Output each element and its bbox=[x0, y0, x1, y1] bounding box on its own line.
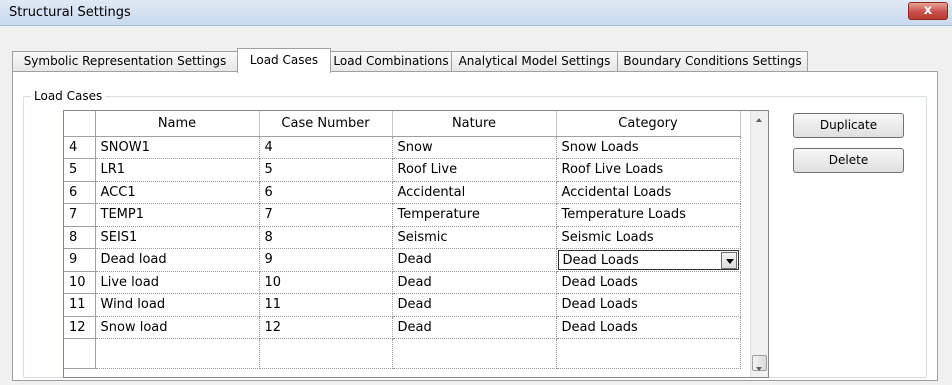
tab-load-combinations[interactable]: Load Combinations bbox=[330, 51, 452, 72]
load-cases-group-label: Load Cases bbox=[31, 89, 106, 103]
name-cell[interactable]: Dead load bbox=[95, 248, 260, 272]
table-row: 4 SNOW1 4 Snow Snow Loads bbox=[64, 136, 741, 159]
category-cell[interactable]: Roof Live Loads bbox=[556, 158, 741, 182]
nature-cell[interactable]: Roof Live bbox=[392, 158, 557, 182]
window-title: Structural Settings bbox=[9, 5, 131, 20]
nature-cell[interactable]: Snow bbox=[392, 136, 557, 159]
duplicate-button[interactable]: Duplicate bbox=[793, 113, 904, 138]
row-header[interactable]: 9 bbox=[64, 248, 96, 272]
table-row: 5 LR1 5 Roof Live Roof Live Loads bbox=[64, 158, 741, 182]
category-cell[interactable]: Dead Loads bbox=[556, 293, 741, 317]
name-cell[interactable]: SEIS1 bbox=[95, 226, 260, 249]
table-row: 11 Wind load 11 Dead Dead Loads bbox=[64, 293, 741, 317]
category-cell[interactable] bbox=[556, 338, 741, 369]
row-header[interactable]: 12 bbox=[64, 316, 96, 339]
name-cell[interactable]: TEMP1 bbox=[95, 203, 260, 227]
scroll-down-icon[interactable] bbox=[751, 360, 768, 377]
scroll-up-icon[interactable] bbox=[751, 111, 768, 128]
nature-cell[interactable]: Temperature bbox=[392, 203, 557, 227]
row-header[interactable]: 11 bbox=[64, 293, 96, 317]
case-number-cell[interactable]: 4 bbox=[259, 136, 393, 159]
row-header[interactable]: 6 bbox=[64, 181, 96, 204]
nature-cell[interactable]: Dead bbox=[392, 271, 557, 294]
case-number-cell[interactable]: 7 bbox=[259, 203, 393, 227]
column-header-case-number[interactable]: Case Number bbox=[259, 111, 393, 137]
category-cell[interactable]: Seismic Loads bbox=[556, 226, 741, 249]
case-number-cell[interactable]: 10 bbox=[259, 271, 393, 294]
category-cell[interactable]: Accidental Loads bbox=[556, 181, 741, 204]
name-cell[interactable]: SNOW1 bbox=[95, 136, 260, 159]
row-header[interactable]: 7 bbox=[64, 203, 96, 227]
name-cell[interactable] bbox=[95, 338, 260, 369]
nature-cell[interactable]: Dead bbox=[392, 248, 557, 272]
case-number-cell[interactable]: 11 bbox=[259, 293, 393, 317]
column-header-nature[interactable]: Nature bbox=[392, 111, 557, 137]
name-cell[interactable]: Snow load bbox=[95, 316, 260, 339]
nature-cell[interactable]: Accidental bbox=[392, 181, 557, 204]
new-row bbox=[64, 338, 741, 369]
name-cell[interactable]: LR1 bbox=[95, 158, 260, 182]
row-header[interactable] bbox=[64, 338, 96, 369]
category-dropdown[interactable]: Dead Loads bbox=[557, 250, 739, 270]
category-cell[interactable]: Dead Loads bbox=[556, 248, 741, 272]
case-number-cell[interactable] bbox=[259, 338, 393, 369]
row-header[interactable]: 8 bbox=[64, 226, 96, 249]
tab-symbolic-representation-settings[interactable]: Symbolic Representation Settings bbox=[12, 51, 238, 72]
nature-cell[interactable] bbox=[392, 338, 557, 369]
close-icon: x bbox=[923, 3, 933, 18]
category-cell[interactable]: Dead Loads bbox=[556, 271, 741, 294]
load-cases-grid[interactable]: Name Case Number Nature Category 4 SNOW1… bbox=[63, 110, 769, 378]
name-cell[interactable]: Live load bbox=[95, 271, 260, 294]
column-header-name[interactable]: Name bbox=[95, 111, 260, 137]
nature-cell[interactable]: Dead bbox=[392, 293, 557, 317]
tab-analytical-model-settings[interactable]: Analytical Model Settings bbox=[451, 51, 618, 72]
column-header-category[interactable]: Category bbox=[556, 111, 741, 137]
table-row: 10 Live load 10 Dead Dead Loads bbox=[64, 271, 741, 294]
table-row: 8 SEIS1 8 Seismic Seismic Loads bbox=[64, 226, 741, 249]
tab-boundary-conditions-settings[interactable]: Boundary Conditions Settings bbox=[617, 51, 808, 72]
table-row: 6 ACC1 6 Accidental Accidental Loads bbox=[64, 181, 741, 204]
category-cell[interactable]: Temperature Loads bbox=[556, 203, 741, 227]
case-number-cell[interactable]: 12 bbox=[259, 316, 393, 339]
name-cell[interactable]: ACC1 bbox=[95, 181, 260, 204]
case-number-cell[interactable]: 9 bbox=[259, 248, 393, 272]
row-header[interactable]: 10 bbox=[64, 271, 96, 294]
nature-cell[interactable]: Dead bbox=[392, 316, 557, 339]
case-number-cell[interactable]: 6 bbox=[259, 181, 393, 204]
table-row: 7 TEMP1 7 Temperature Temperature Loads bbox=[64, 203, 741, 227]
chevron-down-icon[interactable] bbox=[720, 252, 737, 269]
load-cases-table: Name Case Number Nature Category 4 SNOW1… bbox=[64, 111, 741, 369]
table-row: 12 Snow load 12 Dead Dead Loads bbox=[64, 316, 741, 339]
category-dropdown-value: Dead Loads bbox=[562, 253, 639, 268]
row-header[interactable]: 5 bbox=[64, 158, 96, 182]
grid-corner-header[interactable] bbox=[64, 111, 96, 137]
close-button[interactable]: x bbox=[908, 2, 948, 20]
tab-load-cases[interactable]: Load Cases bbox=[237, 48, 331, 73]
case-number-cell[interactable]: 5 bbox=[259, 158, 393, 182]
delete-button[interactable]: Delete bbox=[793, 148, 904, 173]
nature-cell[interactable]: Seismic bbox=[392, 226, 557, 249]
grid-vertical-scrollbar[interactable] bbox=[750, 111, 768, 377]
title-bar: Structural Settings x bbox=[0, 0, 952, 26]
table-row: 9 Dead load 9 Dead Dead Loads bbox=[64, 248, 741, 272]
category-cell[interactable]: Dead Loads bbox=[556, 316, 741, 339]
row-header[interactable]: 4 bbox=[64, 136, 96, 159]
category-cell[interactable]: Snow Loads bbox=[556, 136, 741, 159]
name-cell[interactable]: Wind load bbox=[95, 293, 260, 317]
case-number-cell[interactable]: 8 bbox=[259, 226, 393, 249]
